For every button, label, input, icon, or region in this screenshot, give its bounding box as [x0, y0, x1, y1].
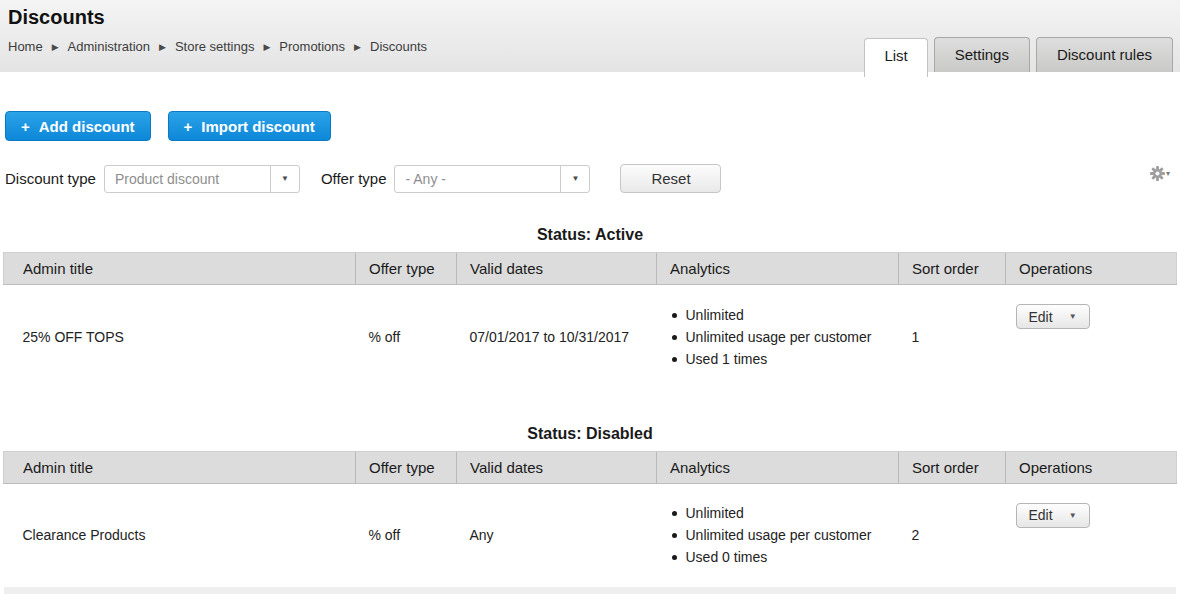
breadcrumb-link-store-settings[interactable]: Store settings	[175, 39, 255, 54]
tab-settings[interactable]: Settings	[934, 37, 1030, 72]
cell-offer-type: % off	[356, 285, 457, 389]
edit-label: Edit	[1029, 309, 1053, 325]
chevron-down-icon: ▼	[1069, 312, 1077, 321]
plus-icon: +	[184, 118, 193, 135]
col-header-sort-order: Sort order	[899, 253, 1006, 285]
edit-label: Edit	[1029, 507, 1053, 523]
filter-bar: Discount type Product discount ▼ Offer t…	[5, 164, 1180, 193]
discount-type-select[interactable]: Product discount ▼	[104, 165, 300, 193]
chevron-down-icon: ▾	[1166, 169, 1170, 178]
col-header-offer-type: Offer type	[356, 451, 457, 483]
offer-type-select[interactable]: - Any - ▼	[394, 165, 590, 193]
analytics-item: Used 0 times	[670, 546, 899, 568]
reset-button[interactable]: Reset	[620, 164, 721, 193]
analytics-item: Unlimited usage per customer	[670, 524, 899, 546]
breadcrumb-separator-icon: ▶	[354, 42, 361, 52]
analytics-item: Unlimited	[670, 304, 899, 326]
breadcrumb-separator-icon: ▶	[263, 42, 270, 52]
col-header-sort-order: Sort order	[899, 451, 1006, 483]
breadcrumb-link-administration[interactable]: Administration	[68, 39, 150, 54]
breadcrumb-separator-icon: ▶	[159, 42, 166, 52]
cell-operations: Edit ▼	[1006, 483, 1177, 587]
main-content: + Add discount + Import discount Discoun…	[0, 111, 1180, 594]
cell-sort-order: 1	[899, 285, 1006, 389]
footer-strip	[4, 587, 1176, 594]
cell-analytics: Unlimited Unlimited usage per customer U…	[657, 285, 899, 389]
breadcrumb-link-promotions[interactable]: Promotions	[279, 39, 345, 54]
chevron-down-icon: ▼	[270, 166, 299, 192]
import-discount-button[interactable]: + Import discount	[168, 111, 331, 141]
discount-type-value: Product discount	[105, 171, 270, 187]
analytics-item: Used 1 times	[670, 348, 899, 370]
section-caption-active: Status: Active	[0, 226, 1180, 244]
offer-type-label: Offer type	[321, 170, 387, 187]
tab-list[interactable]: List	[864, 38, 927, 77]
primary-tabs: List Settings Discount rules	[864, 37, 1173, 72]
col-header-operations: Operations	[1006, 253, 1177, 285]
breadcrumb-current-discounts: Discounts	[370, 39, 427, 54]
discounts-table-disabled: Admin title Offer type Valid dates Analy…	[3, 451, 1177, 588]
analytics-item: Unlimited usage per customer	[670, 326, 899, 348]
breadcrumb-separator-icon: ▶	[52, 42, 59, 52]
table-header-row: Admin title Offer type Valid dates Analy…	[4, 253, 1177, 285]
cell-operations: Edit ▼	[1006, 285, 1177, 389]
settings-menu[interactable]: ▾	[1150, 166, 1170, 181]
gear-icon	[1150, 166, 1165, 181]
col-header-valid-dates: Valid dates	[457, 451, 657, 483]
edit-dropbutton[interactable]: Edit ▼	[1016, 503, 1090, 528]
page-header: Discounts Home ▶ Administration ▶ Store …	[0, 0, 1180, 72]
col-header-operations: Operations	[1006, 451, 1177, 483]
add-discount-label: Add discount	[39, 118, 135, 135]
table-header-row: Admin title Offer type Valid dates Analy…	[4, 451, 1177, 483]
chevron-down-icon: ▼	[560, 166, 589, 192]
page-title: Discounts	[0, 0, 1180, 29]
table-row: Clearance Products % off Any Unlimited U…	[4, 483, 1177, 587]
cell-admin-title: Clearance Products	[4, 483, 356, 587]
table-row: 25% OFF TOPS % off 07/01/2017 to 10/31/2…	[4, 285, 1177, 389]
cell-admin-title: 25% OFF TOPS	[4, 285, 356, 389]
analytics-item: Unlimited	[670, 502, 899, 524]
plus-icon: +	[21, 118, 30, 135]
breadcrumb-link-home[interactable]: Home	[8, 39, 43, 54]
discounts-table-active: Admin title Offer type Valid dates Analy…	[3, 252, 1177, 389]
col-header-analytics: Analytics	[657, 451, 899, 483]
import-discount-label: Import discount	[201, 118, 314, 135]
offer-type-value: - Any -	[395, 171, 560, 187]
add-discount-button[interactable]: + Add discount	[5, 111, 151, 141]
cell-offer-type: % off	[356, 483, 457, 587]
section-caption-disabled: Status: Disabled	[0, 425, 1180, 443]
chevron-down-icon: ▼	[1069, 511, 1077, 520]
edit-dropbutton[interactable]: Edit ▼	[1016, 304, 1090, 329]
col-header-analytics: Analytics	[657, 253, 899, 285]
col-header-offer-type: Offer type	[356, 253, 457, 285]
cell-valid-dates: Any	[457, 483, 657, 587]
cell-valid-dates: 07/01/2017 to 10/31/2017	[457, 285, 657, 389]
col-header-admin-title: Admin title	[4, 451, 356, 483]
discount-type-label: Discount type	[5, 170, 96, 187]
col-header-valid-dates: Valid dates	[457, 253, 657, 285]
col-header-admin-title: Admin title	[4, 253, 356, 285]
action-buttons: + Add discount + Import discount	[5, 111, 1180, 141]
tab-discount-rules[interactable]: Discount rules	[1036, 37, 1173, 72]
cell-analytics: Unlimited Unlimited usage per customer U…	[657, 483, 899, 587]
cell-sort-order: 2	[899, 483, 1006, 587]
